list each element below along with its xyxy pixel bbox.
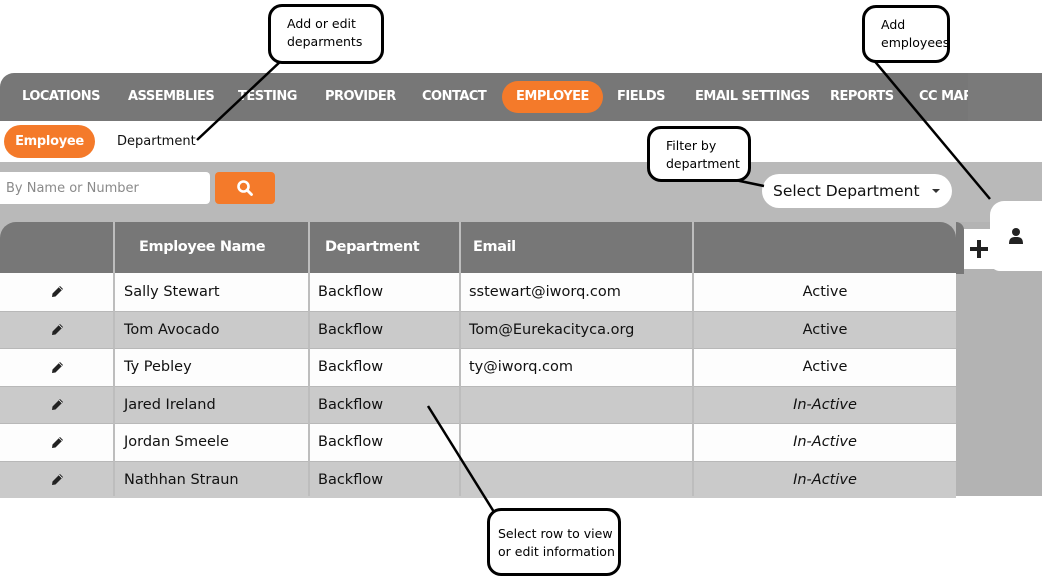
nav-overflow-area bbox=[968, 73, 1042, 121]
pencil-icon bbox=[51, 436, 63, 448]
edit-button[interactable] bbox=[0, 424, 114, 461]
callout-add-edit-departments: Add or edit deparments bbox=[268, 4, 384, 64]
nav-item-reports[interactable]: REPORTS bbox=[830, 81, 894, 113]
nav-item-locations[interactable]: LOCATIONS bbox=[22, 81, 100, 113]
table-row[interactable]: Nathhan Straun Backflow In-Active bbox=[0, 460, 956, 499]
table-header: Employee Name Department Email bbox=[0, 222, 956, 273]
status-cell: In-Active bbox=[793, 471, 857, 488]
employee-name-cell: Jordan Smeele bbox=[124, 434, 229, 451]
employee-name-cell: Nathhan Straun bbox=[124, 471, 239, 488]
email-cell: ty@iworq.com bbox=[469, 359, 574, 376]
department-cell: Backflow bbox=[318, 396, 384, 413]
nav-item-provider[interactable]: PROVIDER bbox=[325, 81, 396, 113]
table-body: Sally Stewart Backflow sstewart@iworq.com A… bbox=[0, 273, 956, 498]
user-icon bbox=[1009, 228, 1023, 244]
table-row[interactable]: Ty Pebley Backflow ty@iworq.com Active bbox=[0, 348, 956, 386]
column-divider bbox=[113, 222, 115, 496]
department-cell: Backflow bbox=[318, 321, 384, 338]
status-cell: In-Active bbox=[793, 396, 857, 413]
edit-button[interactable] bbox=[0, 349, 114, 386]
nav-item-employee[interactable]: EMPLOYEE bbox=[502, 81, 603, 113]
edit-button[interactable] bbox=[0, 273, 114, 311]
nav-item-cc-map[interactable]: CC MAP bbox=[919, 81, 973, 113]
edit-button[interactable] bbox=[0, 462, 114, 499]
employee-name-cell: Tom Avocado bbox=[124, 321, 220, 338]
status-cell: In-Active bbox=[793, 434, 857, 451]
status-cell: Active bbox=[802, 283, 848, 300]
callout-add-employees: Add employees bbox=[862, 5, 950, 63]
status-cell: Active bbox=[802, 359, 848, 376]
edit-button[interactable] bbox=[0, 312, 114, 349]
column-header-email[interactable]: Email bbox=[473, 222, 516, 273]
plus-icon bbox=[970, 240, 988, 258]
employee-name-cell: Ty Pebley bbox=[124, 359, 192, 376]
search-input[interactable] bbox=[0, 172, 210, 204]
email-cell: sstewart@iworq.com bbox=[469, 283, 621, 300]
department-cell: Backflow bbox=[318, 434, 384, 451]
nav-item-assemblies[interactable]: ASSEMBLIES bbox=[128, 81, 215, 113]
employee-table: Employee Name Department Email Sally Ste… bbox=[0, 222, 956, 498]
department-cell: Backflow bbox=[318, 283, 384, 300]
callout-select-row: Select row to view or edit information bbox=[487, 508, 621, 576]
department-filter-value: Select Department bbox=[773, 182, 920, 200]
department-filter-select[interactable]: Select Department bbox=[762, 174, 952, 208]
table-row[interactable]: Jared Ireland Backflow In-Active bbox=[0, 385, 956, 424]
caret-down-icon bbox=[932, 189, 940, 193]
status-cell: Active bbox=[802, 321, 848, 338]
column-header-employee-name[interactable]: Employee Name bbox=[139, 222, 266, 273]
side-panel-edge bbox=[956, 222, 964, 274]
add-employee-button[interactable] bbox=[990, 201, 1042, 271]
column-divider bbox=[308, 222, 310, 496]
column-divider bbox=[692, 222, 694, 496]
nav-item-fields[interactable]: FIELDS bbox=[617, 81, 666, 113]
column-header-department[interactable]: Department bbox=[325, 222, 420, 273]
pencil-icon bbox=[51, 324, 63, 336]
department-cell: Backflow bbox=[318, 359, 384, 376]
tab-department[interactable]: Department bbox=[117, 125, 196, 158]
column-divider bbox=[459, 222, 461, 496]
nav-item-email-settings[interactable]: EMAIL SETTINGS bbox=[695, 81, 810, 113]
department-cell: Backflow bbox=[318, 471, 384, 488]
nav-item-testing[interactable]: TESTING bbox=[238, 81, 297, 113]
search-icon bbox=[237, 180, 253, 196]
search-button[interactable] bbox=[215, 172, 275, 204]
email-cell: Tom@Eurekacityca.org bbox=[469, 321, 635, 338]
table-row[interactable]: Tom Avocado Backflow Tom@Eurekacityca.org A… bbox=[0, 310, 956, 349]
callout-filter-by-department: Filter by department bbox=[647, 126, 751, 182]
top-nav: LOCATIONS ASSEMBLIES TESTING PROVIDER CO… bbox=[0, 73, 1042, 121]
nav-item-contact[interactable]: CONTACT bbox=[422, 81, 487, 113]
tab-employee[interactable]: Employee bbox=[4, 125, 95, 158]
employee-name-cell: Jared Ireland bbox=[124, 396, 216, 413]
pencil-icon bbox=[51, 361, 63, 373]
pencil-icon bbox=[51, 286, 63, 298]
table-row[interactable]: Sally Stewart Backflow sstewart@iworq.com A… bbox=[0, 273, 956, 311]
pencil-icon bbox=[51, 474, 63, 486]
table-row[interactable]: Jordan Smeele Backflow In-Active bbox=[0, 423, 956, 461]
employee-name-cell: Sally Stewart bbox=[124, 283, 220, 300]
edit-button[interactable] bbox=[0, 387, 114, 424]
pencil-icon bbox=[51, 399, 63, 411]
